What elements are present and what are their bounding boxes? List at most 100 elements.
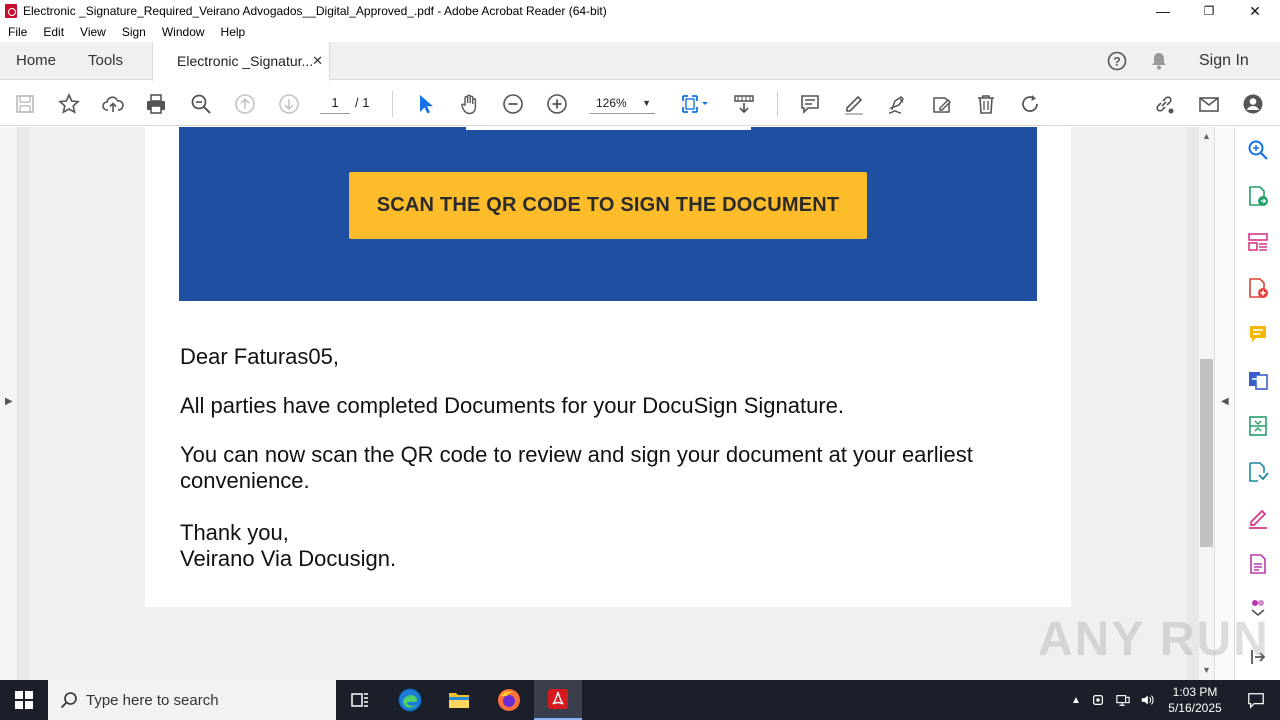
menu-edit[interactable]: Edit: [35, 25, 72, 39]
edit-pdf-icon[interactable]: [1246, 552, 1270, 576]
scan-qr-cta-button[interactable]: SCAN THE QR CODE TO SIGN THE DOCUMENT: [349, 172, 867, 239]
page-number-input[interactable]: 1: [320, 92, 350, 114]
organize-pages-icon[interactable]: [1246, 230, 1270, 254]
close-tab-icon[interactable]: ✕: [312, 42, 323, 80]
body-line-1: All parties have completed Documents for…: [180, 393, 845, 418]
tools-pane: [1234, 127, 1280, 680]
tab-document-label: Electronic _Signatur...: [177, 53, 314, 69]
minimize-button[interactable]: —: [1140, 0, 1186, 22]
zoom-search-icon[interactable]: [189, 92, 213, 116]
menu-help[interactable]: Help: [213, 25, 254, 39]
menu-view[interactable]: View: [72, 25, 114, 39]
expand-left-panel-icon: ▶: [5, 396, 13, 407]
hand-tool-icon[interactable]: [457, 92, 481, 116]
highlight-pen-icon[interactable]: [842, 92, 866, 116]
scrollbar-thumb[interactable]: [1200, 359, 1213, 547]
chevron-down-icon: ▼: [642, 98, 651, 108]
acrobat-app-icon: [5, 4, 17, 18]
scroll-up-icon[interactable]: ▲: [1202, 131, 1211, 141]
email-envelope-icon[interactable]: [1197, 92, 1221, 116]
share-link-icon[interactable]: [1152, 92, 1176, 116]
bookmark-star-icon[interactable]: [57, 92, 81, 116]
export-pdf-icon[interactable]: [1246, 184, 1270, 208]
next-page-icon[interactable]: [277, 92, 301, 116]
page-margin-left: [29, 127, 145, 680]
notification-bell-icon[interactable]: [1149, 51, 1169, 71]
close-window-button[interactable]: ✕: [1232, 0, 1278, 22]
restore-button[interactable]: ❐: [1186, 0, 1232, 22]
toolbar-divider: [392, 91, 393, 117]
body-line-2a: You can now scan the QR code to review a…: [180, 442, 973, 467]
help-icon[interactable]: ?: [1107, 51, 1127, 71]
anyrun-watermark: ANY RUN: [1038, 613, 1270, 666]
system-tray: ▲: [1071, 680, 1155, 720]
banner-heading-cut: [466, 127, 751, 130]
page-margin-right: [1071, 127, 1187, 680]
task-view-icon[interactable]: [336, 680, 384, 720]
menu-file[interactable]: File: [0, 25, 35, 39]
zoom-level-value: 126%: [596, 96, 627, 110]
combine-files-icon[interactable]: [1246, 368, 1270, 392]
vertical-scrollbar[interactable]: ▲ ▼: [1199, 127, 1214, 680]
fill-sign-icon[interactable]: [1246, 506, 1270, 530]
network-icon[interactable]: [1115, 693, 1131, 707]
draw-pen-icon[interactable]: [886, 92, 910, 116]
zoom-level-select[interactable]: 126% ▼: [590, 92, 655, 114]
file-explorer-icon[interactable]: [435, 680, 483, 720]
firefox-icon[interactable]: [485, 680, 533, 720]
taskbar-search-box[interactable]: Type here to search: [48, 680, 336, 720]
previous-page-icon[interactable]: [233, 92, 257, 116]
acrobat-taskbar-icon[interactable]: [534, 680, 582, 720]
battery-network-icon[interactable]: [1091, 693, 1105, 707]
delete-trash-icon[interactable]: [974, 92, 998, 116]
show-hidden-icons-icon[interactable]: ▲: [1071, 695, 1081, 706]
tab-bar: Home Tools Electronic _Signatur... ✕ ? S…: [0, 42, 1280, 81]
page-total: / 1: [355, 95, 370, 110]
comment-icon[interactable]: [798, 92, 822, 116]
upload-cloud-icon[interactable]: [101, 92, 125, 116]
clock-date: 5/16/2025: [1168, 701, 1222, 715]
left-panel-toggle[interactable]: ▶: [0, 127, 18, 680]
closing-line-2: Veirano Via Docusign.: [180, 546, 397, 571]
windows-taskbar: Type here to search ▲ 1:03 PM 5/16/2025: [0, 680, 1280, 720]
collapse-right-panel-icon: ◀: [1221, 396, 1229, 407]
toolbar: 1 / 1 126% ▼: [0, 81, 1280, 126]
compress-pdf-icon[interactable]: [1246, 414, 1270, 438]
body-line-2b: convenience.: [180, 468, 310, 493]
notification-center-icon[interactable]: [1232, 680, 1280, 720]
greeting-text: Dear Faturas05,: [180, 344, 339, 369]
clock-time: 1:03 PM: [1172, 685, 1218, 699]
start-button[interactable]: [0, 680, 48, 720]
search-placeholder: Type here to search: [86, 691, 219, 709]
edge-browser-icon[interactable]: [386, 680, 434, 720]
scroll-mode-icon[interactable]: [732, 92, 756, 116]
select-cursor-icon[interactable]: [413, 92, 437, 116]
title-bar: Electronic _Signature_Required_Veirano A…: [0, 0, 1280, 22]
comment-tool-icon[interactable]: [1246, 322, 1270, 346]
page-margin-bottom: [145, 607, 1071, 680]
rotate-redo-icon[interactable]: [1018, 92, 1042, 116]
account-user-icon[interactable]: [1241, 92, 1265, 116]
tab-home[interactable]: Home: [16, 42, 56, 80]
taskbar-clock[interactable]: 1:03 PM 5/16/2025: [1160, 684, 1230, 716]
zoom-in-icon[interactable]: [545, 92, 569, 116]
menu-sign[interactable]: Sign: [114, 25, 154, 39]
volume-speaker-icon[interactable]: [1139, 693, 1155, 707]
scan-ocr-icon[interactable]: [1246, 460, 1270, 484]
toolbar-divider: [777, 91, 778, 117]
edit-stamp-icon[interactable]: [930, 92, 954, 116]
closing-line-1: Thank you,: [180, 520, 289, 545]
sign-in-button[interactable]: Sign In: [1199, 42, 1249, 80]
save-icon[interactable]: [13, 92, 37, 116]
zoom-out-icon[interactable]: [501, 92, 525, 116]
svg-text:?: ?: [1113, 55, 1120, 69]
menu-window[interactable]: Window: [154, 25, 213, 39]
create-pdf-icon[interactable]: [1246, 276, 1270, 300]
print-icon[interactable]: [144, 92, 168, 116]
tab-tools[interactable]: Tools: [88, 42, 123, 80]
search-icon: [60, 692, 77, 709]
page-fit-icon[interactable]: [678, 92, 712, 116]
tab-document[interactable]: Electronic _Signatur... ✕: [152, 42, 330, 81]
search-text-icon[interactable]: [1246, 138, 1270, 162]
right-panel-toggle[interactable]: ◀: [1214, 127, 1234, 680]
